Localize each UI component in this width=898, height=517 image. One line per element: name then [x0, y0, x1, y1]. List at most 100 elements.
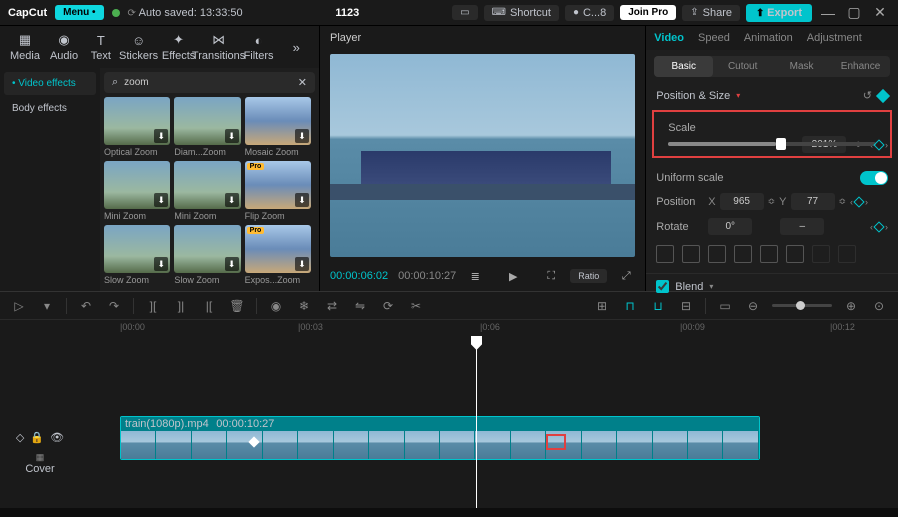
download-icon[interactable]: ⬇: [295, 193, 309, 207]
effect-thumb[interactable]: ⬇Mini Zoom: [174, 161, 240, 221]
layout-toggle[interactable]: ▭: [452, 5, 477, 20]
subtab-enhance[interactable]: Enhance: [831, 56, 890, 77]
cloud-status[interactable]: ● C...8: [565, 5, 614, 21]
download-icon[interactable]: ⬇: [295, 257, 309, 271]
tab-stickers[interactable]: ☺Stickers: [120, 30, 158, 64]
timeline-ruler[interactable]: |00:00 |00:03 |0:06 |00:09 |00:12: [80, 320, 898, 338]
rotate-extra[interactable]: –: [780, 218, 824, 235]
subtab-cutout[interactable]: Cutout: [713, 56, 772, 77]
share-button[interactable]: ⇪ Share: [682, 5, 740, 21]
position-y[interactable]: 77: [791, 193, 835, 210]
position-x[interactable]: 965: [720, 193, 764, 210]
shortcut-button[interactable]: ⌨ Shortcut: [484, 5, 559, 21]
effect-thumb[interactable]: ⬇Mini Zoom: [104, 161, 170, 221]
rotate-kf-nav[interactable]: ‹›: [870, 222, 888, 232]
keyframe-icon[interactable]: [876, 88, 890, 102]
rtab-adjustment[interactable]: Adjustment: [807, 32, 862, 44]
zoom-slider[interactable]: [772, 304, 832, 307]
list-icon[interactable]: ≣: [466, 267, 484, 285]
mirror-icon[interactable]: ⇋: [351, 297, 369, 315]
zoom-out-icon[interactable]: ⊖: [744, 297, 762, 315]
reverse-icon[interactable]: ⇄: [323, 297, 341, 315]
tab-text[interactable]: TText: [84, 30, 117, 64]
subtab-mask[interactable]: Mask: [772, 56, 831, 77]
sidebar-video-effects[interactable]: • Video effects: [4, 72, 96, 95]
search-box[interactable]: ⌕ ✕: [104, 72, 315, 93]
clear-search-icon[interactable]: ✕: [298, 76, 307, 89]
effect-thumb[interactable]: ⬇Optical Zoom: [104, 97, 170, 157]
preview-axis-icon[interactable]: ⊟: [677, 297, 695, 315]
join-pro-button[interactable]: Join Pro: [620, 5, 676, 20]
trim-left-icon[interactable]: ]|: [172, 297, 190, 315]
rotate-icon[interactable]: ⟳: [379, 297, 397, 315]
download-icon[interactable]: ⬇: [295, 129, 309, 143]
align-center-h-icon[interactable]: [682, 245, 700, 263]
download-icon[interactable]: ⬇: [154, 257, 168, 271]
rotate-value[interactable]: 0°: [708, 218, 752, 235]
align-left-icon[interactable]: [656, 245, 674, 263]
redo-icon[interactable]: ↷: [105, 297, 123, 315]
maximize-button[interactable]: ▢: [844, 3, 864, 23]
mainswitch-icon[interactable]: ⊞: [593, 297, 611, 315]
effect-thumb[interactable]: ⬇Slow Zoom: [174, 225, 240, 285]
download-icon[interactable]: ⬇: [154, 193, 168, 207]
preview-canvas[interactable]: [330, 54, 635, 257]
delete-icon[interactable]: 🗑: [228, 297, 246, 315]
ratio-button[interactable]: Ratio: [570, 269, 607, 283]
download-icon[interactable]: ⬇: [225, 193, 239, 207]
effect-thumb[interactable]: ⬇Diam...Zoom: [174, 97, 240, 157]
effect-thumb[interactable]: Pro⬇Flip Zoom: [245, 161, 311, 221]
magnet-icon[interactable]: ⊓: [621, 297, 639, 315]
track-lock-icon[interactable]: 🔒: [30, 431, 44, 444]
close-button[interactable]: ✕: [870, 3, 890, 23]
tab-more[interactable]: »: [280, 37, 313, 57]
download-icon[interactable]: ⬇: [225, 129, 239, 143]
cover-button[interactable]: ▦Cover: [25, 452, 54, 475]
tab-media[interactable]: ▦Media: [6, 30, 44, 64]
minimize-button[interactable]: —: [818, 3, 838, 23]
effect-thumb[interactable]: ⬇Mosaic Zoom: [245, 97, 311, 157]
crop-icon[interactable]: ⛶: [542, 267, 560, 285]
trim-right-icon[interactable]: |[: [200, 297, 218, 315]
split-icon[interactable]: ][: [144, 297, 162, 315]
fit-icon[interactable]: ⊙: [870, 297, 888, 315]
uniform-scale-toggle[interactable]: [860, 171, 888, 185]
playhead[interactable]: [476, 338, 477, 508]
track-hide-icon[interactable]: 👁: [50, 431, 64, 444]
align-right-icon[interactable]: [708, 245, 726, 263]
menu-button[interactable]: Menu •: [55, 5, 103, 20]
effect-thumb[interactable]: Pro⬇Expos...Zoom: [245, 225, 311, 285]
position-kf-nav[interactable]: ‹›: [850, 197, 868, 207]
play-button[interactable]: ▶: [504, 267, 522, 285]
fullscreen-icon[interactable]: ⤢: [617, 267, 635, 285]
align-center-v-icon[interactable]: [760, 245, 778, 263]
crop-tl-icon[interactable]: ✂: [407, 297, 425, 315]
tab-filters[interactable]: ◐Filters: [240, 30, 278, 64]
link-icon[interactable]: ⊔: [649, 297, 667, 315]
zoom-in-icon[interactable]: ⊕: [842, 297, 860, 315]
download-icon[interactable]: ⬇: [154, 129, 168, 143]
download-icon[interactable]: ⬇: [225, 257, 239, 271]
align-top-icon[interactable]: [734, 245, 752, 263]
track-mute-icon[interactable]: ◇: [16, 431, 24, 444]
sidebar-body-effects[interactable]: Body effects: [4, 97, 96, 120]
undo-icon[interactable]: ↶: [77, 297, 95, 315]
align-bottom-icon[interactable]: [786, 245, 804, 263]
record-icon[interactable]: ◉: [267, 297, 285, 315]
blend-checkbox[interactable]: [656, 280, 669, 293]
rtab-animation[interactable]: Animation: [744, 32, 793, 44]
reset-icon[interactable]: ↺: [863, 89, 872, 102]
effect-thumb[interactable]: ⬇Slow Zoom: [104, 225, 170, 285]
selection-tool-icon[interactable]: ▷: [10, 297, 28, 315]
tool-dropdown-icon[interactable]: ▾: [38, 297, 56, 315]
scale-kf-nav[interactable]: ‹›: [870, 140, 888, 150]
video-clip[interactable]: train(1080p).mp4 00:00:10:27: [120, 416, 760, 460]
subtab-basic[interactable]: Basic: [654, 56, 713, 77]
tab-transitions[interactable]: ⋈Transitions: [200, 30, 238, 64]
rtab-speed[interactable]: Speed: [698, 32, 730, 44]
tab-audio[interactable]: ◉Audio: [46, 30, 82, 64]
freeze-icon[interactable]: ❄: [295, 297, 313, 315]
export-button[interactable]: ⬆ Export: [746, 4, 812, 22]
monitor-icon[interactable]: ▭: [716, 297, 734, 315]
search-input[interactable]: [124, 77, 292, 88]
